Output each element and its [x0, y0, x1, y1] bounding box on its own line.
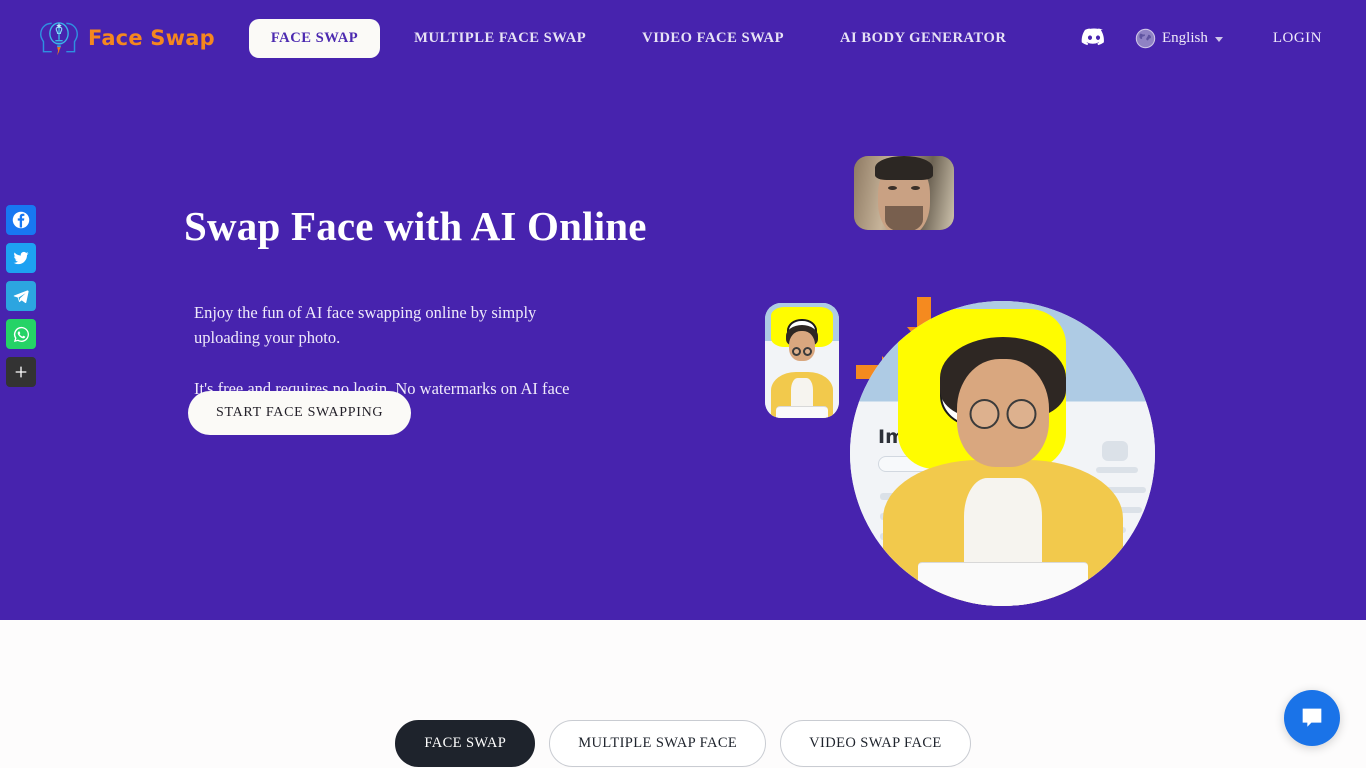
share-telegram-button[interactable]	[6, 281, 36, 311]
hero-section: Swap Face with AI Online Enjoy the fun o…	[0, 76, 1366, 620]
whatsapp-icon	[13, 326, 29, 342]
site-header: Face Swap FACE SWAP MULTIPLE FACE SWAP V…	[0, 0, 1366, 76]
site-logo[interactable]: Face Swap	[38, 18, 215, 58]
chevron-down-icon	[1214, 37, 1223, 42]
chat-bubble-icon	[1302, 708, 1322, 727]
social-share-rail	[6, 205, 36, 387]
tab-face-swap[interactable]: FACE SWAP	[395, 720, 536, 767]
faceswap-head-bulb-icon	[40, 22, 78, 56]
header-actions: English LOGIN	[1081, 25, 1338, 51]
globe-icon	[1135, 28, 1156, 48]
nav-item-video-face-swap[interactable]: VIDEO FACE SWAP	[626, 19, 800, 58]
telegram-icon	[13, 290, 29, 304]
swapped-result-image[interactable]: Imran	[850, 301, 1155, 606]
lower-section: FACE SWAP MULTIPLE SWAP FACE VIDEO SWAP …	[0, 620, 1366, 768]
target-photo-thumbnail[interactable]	[765, 303, 839, 418]
hero-paragraph-1: Enjoy the fun of AI face swapping online…	[194, 303, 537, 347]
page-title: Swap Face with AI Online	[184, 203, 647, 249]
share-whatsapp-button[interactable]	[6, 319, 36, 349]
chat-widget-button[interactable]	[1284, 690, 1340, 746]
plus-icon	[15, 366, 27, 378]
facebook-icon	[12, 211, 30, 229]
share-more-button[interactable]	[6, 357, 36, 387]
tab-video-swap-face[interactable]: VIDEO SWAP FACE	[780, 720, 971, 767]
mode-tab-row: FACE SWAP MULTIPLE SWAP FACE VIDEO SWAP …	[0, 720, 1366, 767]
hero-collage: Imran	[750, 136, 1180, 606]
tab-multiple-swap-face[interactable]: MULTIPLE SWAP FACE	[549, 720, 767, 767]
source-face-thumbnail[interactable]	[854, 156, 954, 230]
main-nav: FACE SWAP MULTIPLE FACE SWAP VIDEO FACE …	[248, 18, 1047, 58]
nav-item-ai-body-generator[interactable]: AI BODY GENERATOR	[824, 19, 1022, 58]
language-selector[interactable]: English	[1135, 28, 1223, 49]
discord-icon[interactable]	[1081, 25, 1107, 51]
nav-item-multiple-face-swap[interactable]: MULTIPLE FACE SWAP	[398, 19, 602, 58]
login-button[interactable]: LOGIN	[1273, 30, 1322, 47]
nav-item-face-swap[interactable]: FACE SWAP	[248, 18, 381, 58]
start-face-swapping-button[interactable]: START FACE SWAPPING	[188, 391, 412, 435]
logo-text: Face Swap	[88, 26, 215, 50]
share-facebook-button[interactable]	[6, 205, 36, 235]
share-twitter-button[interactable]	[6, 243, 36, 273]
language-label: English	[1162, 29, 1208, 46]
twitter-icon	[13, 251, 29, 265]
